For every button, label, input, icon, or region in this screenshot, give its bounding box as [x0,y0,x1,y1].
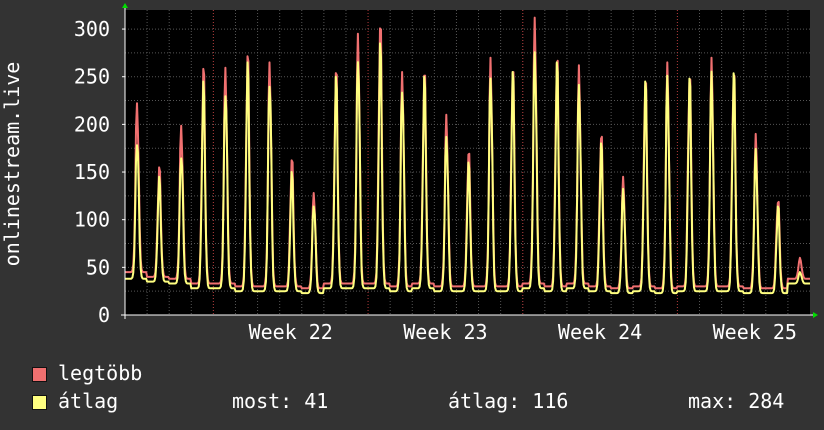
y-tick-label: 200 [74,112,110,136]
y-axis-label: onlinestream.live [0,62,24,267]
y-tick-label: 0 [98,303,110,327]
y-tick-label: 250 [74,65,110,89]
x-tick-label: Week 25 [713,320,797,344]
x-tick-label: Week 24 [558,320,642,344]
y-axis-arrow [122,3,128,8]
y-tick-label: 50 [86,255,110,279]
line-chart: 0 50 100 150 200 250 300 Week 22 Week 23 Week 24 W… [0,3,818,344]
y-tick-label: 100 [74,208,110,232]
x-axis-arrow [813,312,818,318]
y-tick-label: 300 [74,17,110,41]
x-tick-label: Week 23 [403,320,487,344]
x-tick-label: Week 22 [249,320,333,344]
y-tick-label: 150 [74,160,110,184]
